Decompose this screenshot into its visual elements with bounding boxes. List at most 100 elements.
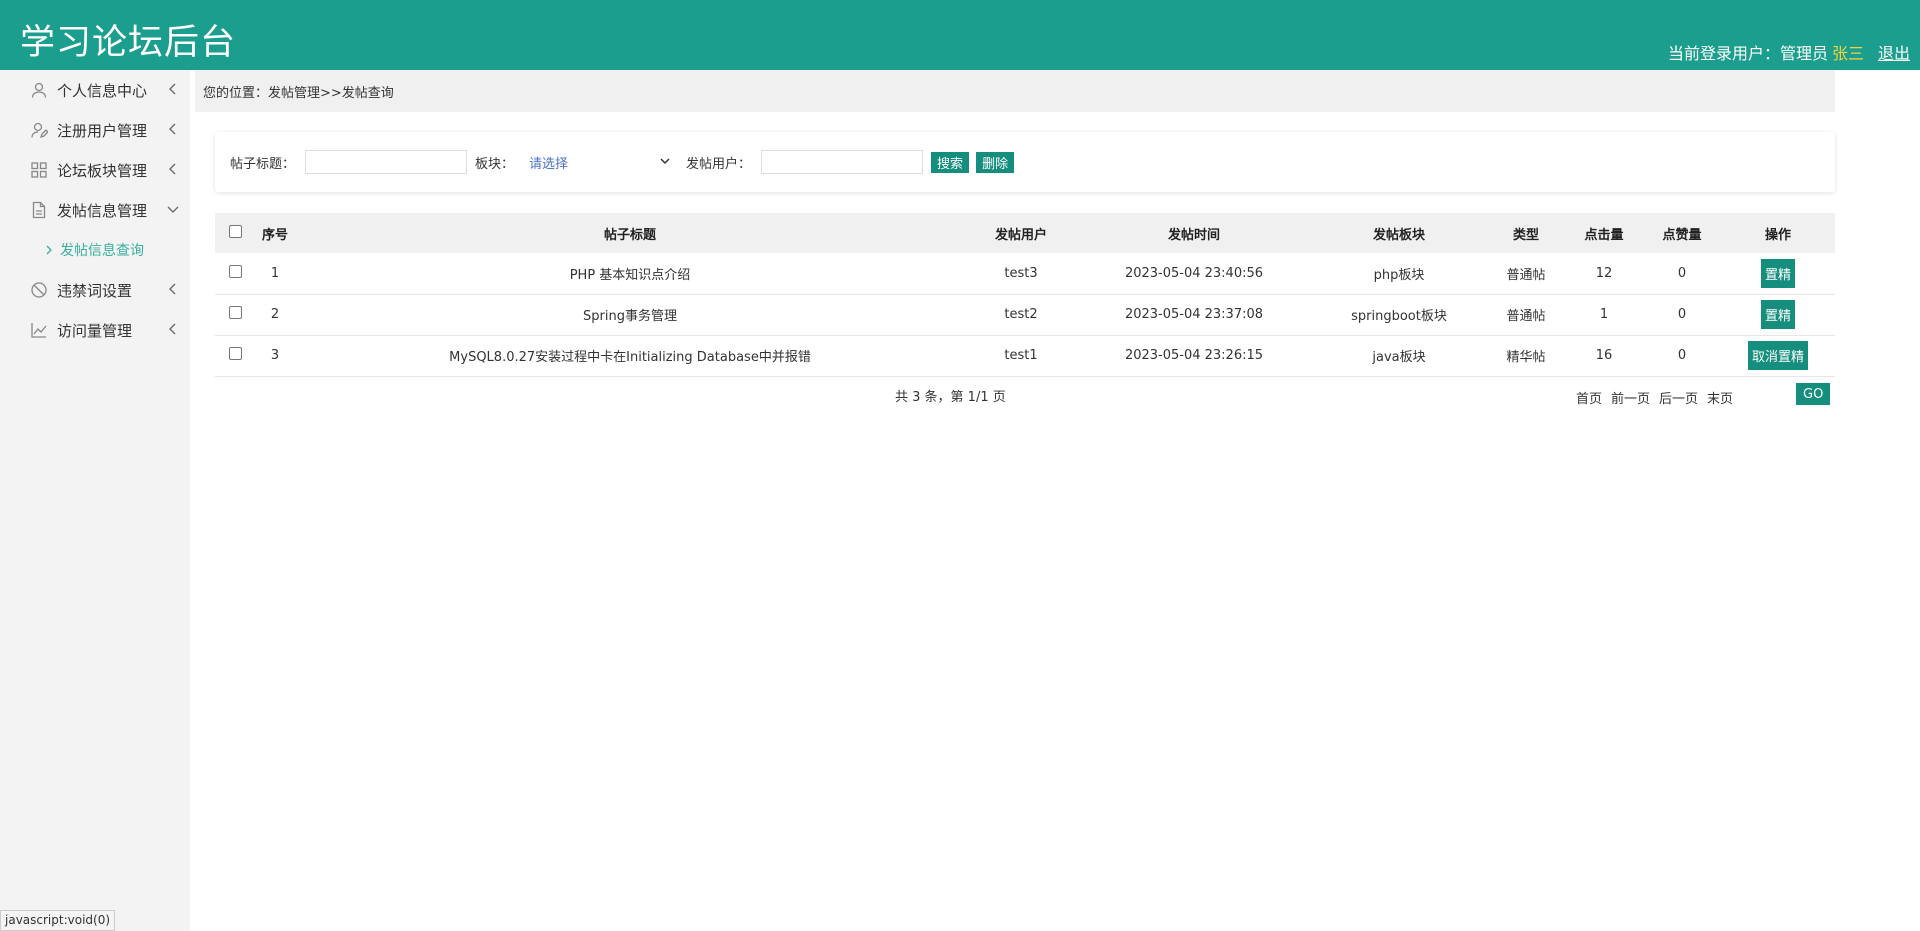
current-user-name: 张三 xyxy=(1831,44,1864,63)
next-page-link[interactable]: 后一页 xyxy=(1659,388,1698,407)
column-header: 发帖用户 xyxy=(994,227,1047,243)
main-content: 您的位置：发帖管理>>发帖查询 帖子标题： 板块： 请选择 发帖用户： 搜索 删… xyxy=(195,70,1835,407)
cell-time: 2023-05-04 23:37:08 xyxy=(1124,307,1264,322)
sidebar-item-label: 违禁词设置 xyxy=(57,281,133,300)
pagination-links: 首页 前一页 后一页 末页 xyxy=(1576,388,1733,407)
sidebar-item-label: 注册用户管理 xyxy=(57,121,148,140)
cell-clicks: 1 xyxy=(1599,307,1609,322)
cell-no: 2 xyxy=(270,307,280,322)
chevron-left-icon xyxy=(166,122,180,136)
user-edit-icon xyxy=(30,121,48,139)
first-page-link[interactable]: 首页 xyxy=(1576,388,1602,407)
cell-likes: 0 xyxy=(1677,265,1687,281)
delete-button[interactable]: 删除 xyxy=(976,151,1015,173)
cell-title: Spring事务管理 xyxy=(583,309,677,324)
sidebar-subitem-label: 发帖信息查询 xyxy=(60,243,144,259)
sidebar-item-sections[interactable]: 论坛板块管理 xyxy=(0,150,190,190)
logout-link[interactable]: 退出 xyxy=(1878,40,1910,64)
sidebar-item-label: 论坛板块管理 xyxy=(57,161,148,180)
browser-status-bar: javascript:void(0) xyxy=(0,910,116,931)
section-filter-label: 板块： xyxy=(475,156,515,172)
user-filter-input[interactable] xyxy=(761,150,924,174)
cell-type: 普通帖 xyxy=(1506,309,1546,324)
cell-type: 普通帖 xyxy=(1506,267,1546,283)
sidebar-item-posts[interactable]: 发帖信息管理 xyxy=(0,190,190,230)
sidebar: 个人信息中心 注册用户管理 论坛板块管理 发帖信息管理 发帖信息查询 违禁词设置… xyxy=(0,70,190,931)
cell-time: 2023-05-04 23:26:15 xyxy=(1124,348,1264,363)
sidebar-item-visits[interactable]: 访问量管理 xyxy=(0,310,190,350)
column-header: 序号 xyxy=(261,227,288,243)
column-header: 操作 xyxy=(1764,227,1791,243)
grid-icon xyxy=(30,161,48,179)
go-button[interactable]: GO xyxy=(1796,383,1831,405)
breadcrumb: 您的位置：发帖管理>>发帖查询 xyxy=(195,70,1835,112)
pagination: 共 3 条，第 1/1 页 首页 前一页 后一页 末页 GO xyxy=(215,378,1835,408)
title-filter-label: 帖子标题： xyxy=(230,156,296,172)
cell-time: 2023-05-04 23:40:56 xyxy=(1124,265,1264,281)
chevron-right-icon xyxy=(44,245,54,255)
app-title: 学习论坛后台 xyxy=(20,23,237,63)
cell-type: 精华帖 xyxy=(1506,350,1546,365)
sidebar-item-banned-words[interactable]: 违禁词设置 xyxy=(0,270,190,310)
chevron-down-icon xyxy=(166,202,180,216)
column-header: 发帖时间 xyxy=(1167,227,1220,243)
row-checkbox[interactable] xyxy=(228,347,242,360)
sidebar-item-users[interactable]: 注册用户管理 xyxy=(0,110,190,150)
sidebar-item-label: 访问量管理 xyxy=(57,321,133,340)
chevron-left-icon xyxy=(166,282,180,296)
set-featured-button[interactable]: 置精 xyxy=(1760,258,1795,288)
section-select-value: 请选择 xyxy=(529,156,569,172)
column-header: 类型 xyxy=(1512,227,1539,243)
sidebar-subitem-post-query[interactable]: 发帖信息查询 xyxy=(0,230,190,270)
user-icon xyxy=(30,81,48,99)
cell-section: springboot板块 xyxy=(1351,309,1447,324)
cell-no: 1 xyxy=(270,265,280,281)
cell-no: 3 xyxy=(270,348,280,363)
last-page-link[interactable]: 末页 xyxy=(1707,388,1733,407)
column-header: 点击量 xyxy=(1584,227,1624,243)
table-row: 3 MySQL8.0.27安装过程中卡在Initializing Databas… xyxy=(215,335,1835,376)
cell-user: test3 xyxy=(1004,265,1038,281)
chevron-left-icon xyxy=(166,162,180,176)
column-header: 发帖板块 xyxy=(1372,227,1425,243)
chevron-left-icon xyxy=(166,322,180,336)
set-featured-button[interactable]: 置精 xyxy=(1760,300,1795,329)
cell-user: test1 xyxy=(1004,348,1038,363)
ban-icon xyxy=(30,281,48,299)
cell-user: test2 xyxy=(1004,307,1038,322)
cell-clicks: 16 xyxy=(1595,348,1613,363)
posts-table: 序号 帖子标题 发帖用户 发帖时间 发帖板块 类型 点击量 点赞量 操作 1 P… xyxy=(215,213,1835,377)
prev-page-link[interactable]: 前一页 xyxy=(1611,388,1650,407)
table-header-row: 序号 帖子标题 发帖用户 发帖时间 发帖板块 类型 点击量 点赞量 操作 xyxy=(215,213,1835,253)
sidebar-item-profile[interactable]: 个人信息中心 xyxy=(0,70,190,110)
unset-featured-button[interactable]: 取消置精 xyxy=(1747,341,1808,370)
column-header: 帖子标题 xyxy=(603,227,656,243)
chevron-left-icon xyxy=(166,82,180,96)
title-filter-input[interactable] xyxy=(305,150,468,174)
cell-section: java板块 xyxy=(1372,350,1426,365)
line-chart-icon xyxy=(30,321,48,339)
chevron-down-icon xyxy=(659,155,671,171)
page-number-input[interactable] xyxy=(1762,384,1792,406)
cell-title: MySQL8.0.27安装过程中卡在Initializing Database中… xyxy=(449,350,811,365)
top-header: 学习论坛后台 当前登录用户：管理员 张三 退出 xyxy=(0,0,1920,70)
sidebar-item-label: 个人信息中心 xyxy=(57,81,148,100)
user-filter-label: 发帖用户： xyxy=(686,156,752,172)
select-all-checkbox[interactable] xyxy=(228,224,242,238)
row-checkbox[interactable] xyxy=(228,306,242,319)
row-checkbox[interactable] xyxy=(228,264,242,278)
cell-likes: 0 xyxy=(1677,307,1687,322)
user-info: 当前登录用户：管理员 张三 退出 xyxy=(1668,40,1910,64)
search-panel: 帖子标题： 板块： 请选择 发帖用户： 搜索 删除 xyxy=(215,132,1835,192)
search-button[interactable]: 搜索 xyxy=(931,151,970,173)
section-select[interactable]: 请选择 xyxy=(524,150,677,174)
table-row: 2 Spring事务管理 test2 2023-05-04 23:37:08 s… xyxy=(215,294,1835,335)
cell-clicks: 12 xyxy=(1595,265,1613,281)
table-row: 1 PHP 基本知识点介绍 test3 2023-05-04 23:40:56 … xyxy=(215,253,1835,294)
sidebar-item-label: 发帖信息管理 xyxy=(57,201,148,220)
document-icon xyxy=(30,201,48,219)
pagination-summary: 共 3 条，第 1/1 页 xyxy=(895,390,1006,405)
cell-likes: 0 xyxy=(1677,348,1687,363)
cell-section: php板块 xyxy=(1373,267,1425,283)
cell-title: PHP 基本知识点介绍 xyxy=(569,267,691,283)
